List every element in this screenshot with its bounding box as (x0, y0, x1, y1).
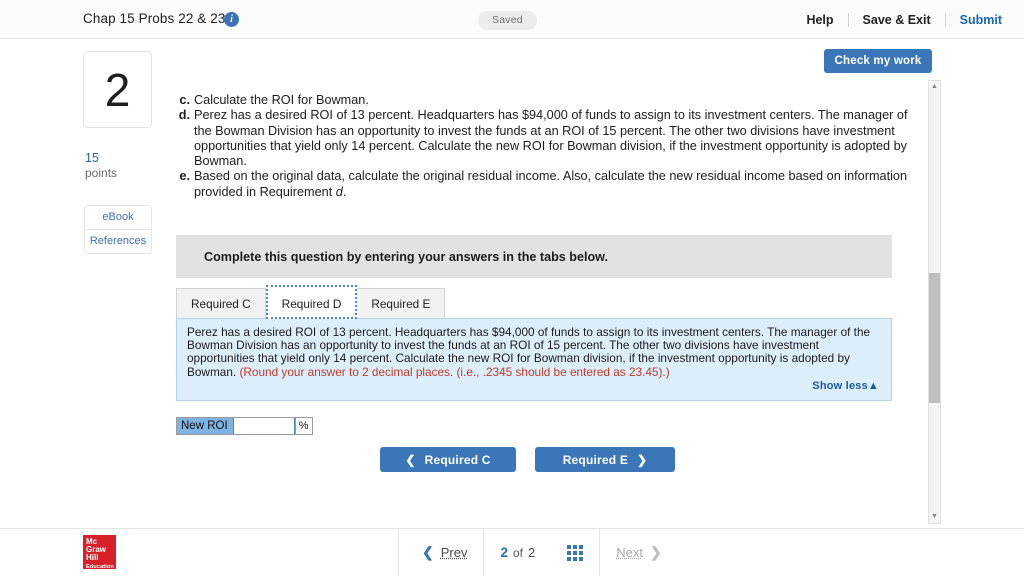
requirement-text: Perez has a desired ROI of 13 percent. H… (194, 108, 908, 169)
top-header-bar: Chap 15 Probs 22 & 23 i Saved Help Save … (0, 0, 1024, 39)
rounding-instruction: (Round your answer to 2 decimal places. … (239, 364, 670, 379)
grid-view-button[interactable] (551, 529, 601, 576)
answer-input-row: New ROI % (176, 417, 313, 435)
requirement-text-pre: Based on the original data, calculate th… (194, 169, 908, 199)
chevron-right-icon: ❯ (637, 452, 648, 467)
scroll-down-arrow-icon[interactable]: ▼ (929, 511, 940, 523)
new-roi-input[interactable] (232, 418, 295, 434)
requirement-item-c: c. Calculate the ROI for Bowman. (176, 93, 922, 108)
requirement-detail-text: Perez has a desired ROI of 13 percent. H… (187, 325, 881, 379)
logo-line-3: Hill (86, 553, 99, 563)
help-link[interactable]: Help (792, 13, 847, 27)
ebook-button[interactable]: eBook (85, 206, 151, 229)
show-less-label: Show less (812, 380, 868, 392)
submit-link[interactable]: Submit (944, 12, 1024, 27)
next-page-label: Next (616, 545, 643, 560)
requirement-letter: d. (178, 108, 190, 123)
page-of-label: of (512, 545, 523, 560)
content-scrollbar[interactable]: ▲ ▼ (928, 80, 941, 524)
resource-buttons: eBook References (84, 205, 152, 254)
requirement-text-post: . (342, 184, 347, 199)
scroll-up-arrow-icon[interactable]: ▲ (929, 81, 940, 93)
question-pagination: ❮ Prev 2 of 2 Next ❯ (398, 529, 685, 576)
check-my-work-button[interactable]: Check my work (824, 49, 932, 73)
requirements-list: c. Calculate the ROI for Bowman. d. Pere… (176, 93, 922, 200)
requirement-nav-buttons: ❮ Required C Required E ❯ (380, 447, 675, 472)
next-requirement-label: Required E (562, 452, 629, 467)
question-number-box: 2 (83, 51, 152, 128)
chevron-right-icon: ❯ (649, 544, 662, 560)
tab-required-d[interactable]: Required D (265, 285, 358, 319)
page-indicator: 2 of 2 (484, 529, 551, 576)
requirement-letter: c. (179, 93, 190, 107)
mcgraw-hill-logo: Mc Graw Hill Education (83, 535, 116, 570)
requirement-text: Based on the original data, calculate th… (194, 169, 922, 200)
next-page-button[interactable]: Next ❯ (600, 529, 684, 576)
tab-required-c[interactable]: Required C (176, 288, 266, 319)
instruction-banner: Complete this question by entering your … (176, 235, 892, 278)
requirement-item-e: e. Based on the original data, calculate… (176, 169, 922, 200)
scrollbar-thumb[interactable] (929, 273, 940, 403)
total-page-count: 2 (528, 545, 536, 560)
prev-requirement-label: Required C (424, 452, 491, 467)
requirement-letter: e. (179, 169, 190, 184)
grid-view-icon (567, 544, 584, 561)
header-actions: Help Save & Exit Submit (792, 0, 1024, 39)
chevron-left-icon: ❮ (422, 544, 434, 560)
question-number: 2 (104, 63, 131, 116)
save-and-exit-link[interactable]: Save & Exit (847, 12, 945, 27)
instruction-banner-text: Complete this question by entering your … (204, 250, 608, 264)
info-icon[interactable]: i (224, 12, 239, 27)
percent-unit-label: % (294, 418, 312, 434)
current-page-number: 2 (500, 545, 508, 560)
next-requirement-button[interactable]: Required E ❯ (535, 447, 675, 472)
question-content-pane: c. Calculate the ROI for Bowman. d. Pere… (176, 80, 928, 524)
points-value: 15 (85, 151, 99, 165)
tab-required-e[interactable]: Required E (357, 288, 446, 319)
saved-status-badge: Saved (478, 11, 537, 30)
points-label: points (85, 166, 118, 180)
requirement-ref-emphasis: d (335, 184, 343, 199)
prev-page-label: Prev (440, 545, 468, 560)
prev-page-button[interactable]: ❮ Prev (398, 529, 485, 576)
logo-line-4: Education (86, 563, 114, 570)
prev-requirement-button[interactable]: ❮ Required C (380, 447, 516, 472)
requirement-text: Calculate the ROI for Bowman. (194, 93, 369, 107)
requirement-tabs: Required C Required D Required E (176, 285, 446, 319)
triangle-up-icon: ▲ (867, 380, 879, 392)
requirement-detail-panel: Perez has a desired ROI of 13 percent. H… (176, 318, 892, 401)
chevron-left-icon: ❮ (405, 452, 416, 467)
requirement-item-d: d. Perez has a desired ROI of 13 percent… (176, 108, 922, 169)
assignment-title: Chap 15 Probs 22 & 23 (83, 11, 226, 26)
references-button[interactable]: References (85, 229, 151, 253)
answer-row-label: New ROI (177, 418, 233, 434)
show-less-toggle[interactable]: Show less▲ (812, 380, 879, 392)
